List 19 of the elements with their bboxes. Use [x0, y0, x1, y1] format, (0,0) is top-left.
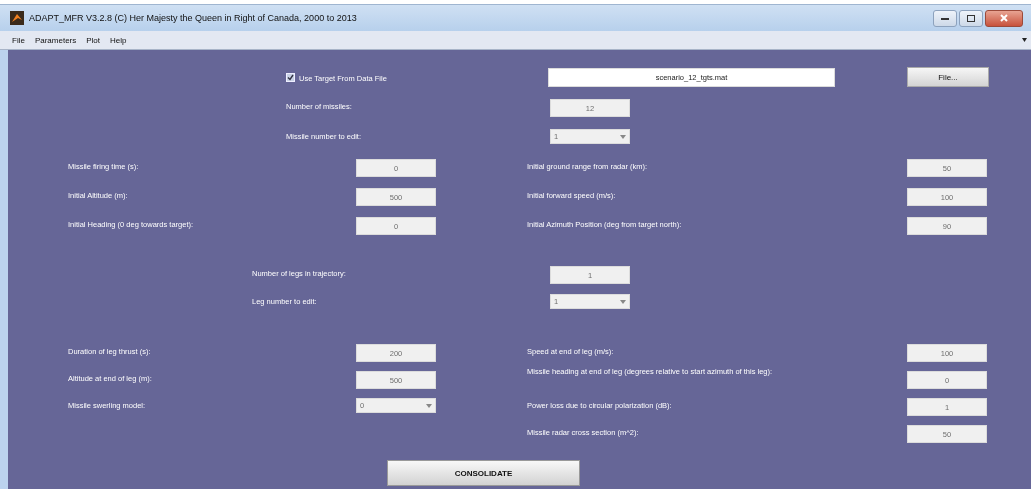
close-button[interactable]: [985, 9, 1023, 27]
file-button[interactable]: File...: [907, 67, 989, 87]
maximize-button[interactable]: [959, 9, 983, 27]
minimize-button[interactable]: [933, 9, 957, 27]
close-icon: [1000, 14, 1008, 22]
menu-item[interactable]: Parameters: [34, 35, 77, 45]
maximize-icon: [967, 14, 975, 22]
consolidate-button[interactable]: CONSOLIDATE: [387, 460, 580, 486]
caret-icon: [620, 134, 626, 139]
window-title: ADAPT_MFR V3.2.8 (C) Her Majesty the Queen in Right of Canada, 2000 to 2013: [29, 13, 358, 23]
app-icon: [10, 11, 24, 25]
menu-item[interactable]: Plot: [86, 35, 101, 45]
minimize-icon: [941, 16, 949, 20]
checkbox[interactable]: [286, 72, 295, 82]
arrow-icon[interactable]: [1022, 38, 1027, 42]
menu-item[interactable]: File: [12, 35, 25, 45]
caret-icon: [426, 403, 432, 408]
menu-item[interactable]: Help: [110, 35, 127, 45]
caret-icon: [620, 299, 626, 304]
